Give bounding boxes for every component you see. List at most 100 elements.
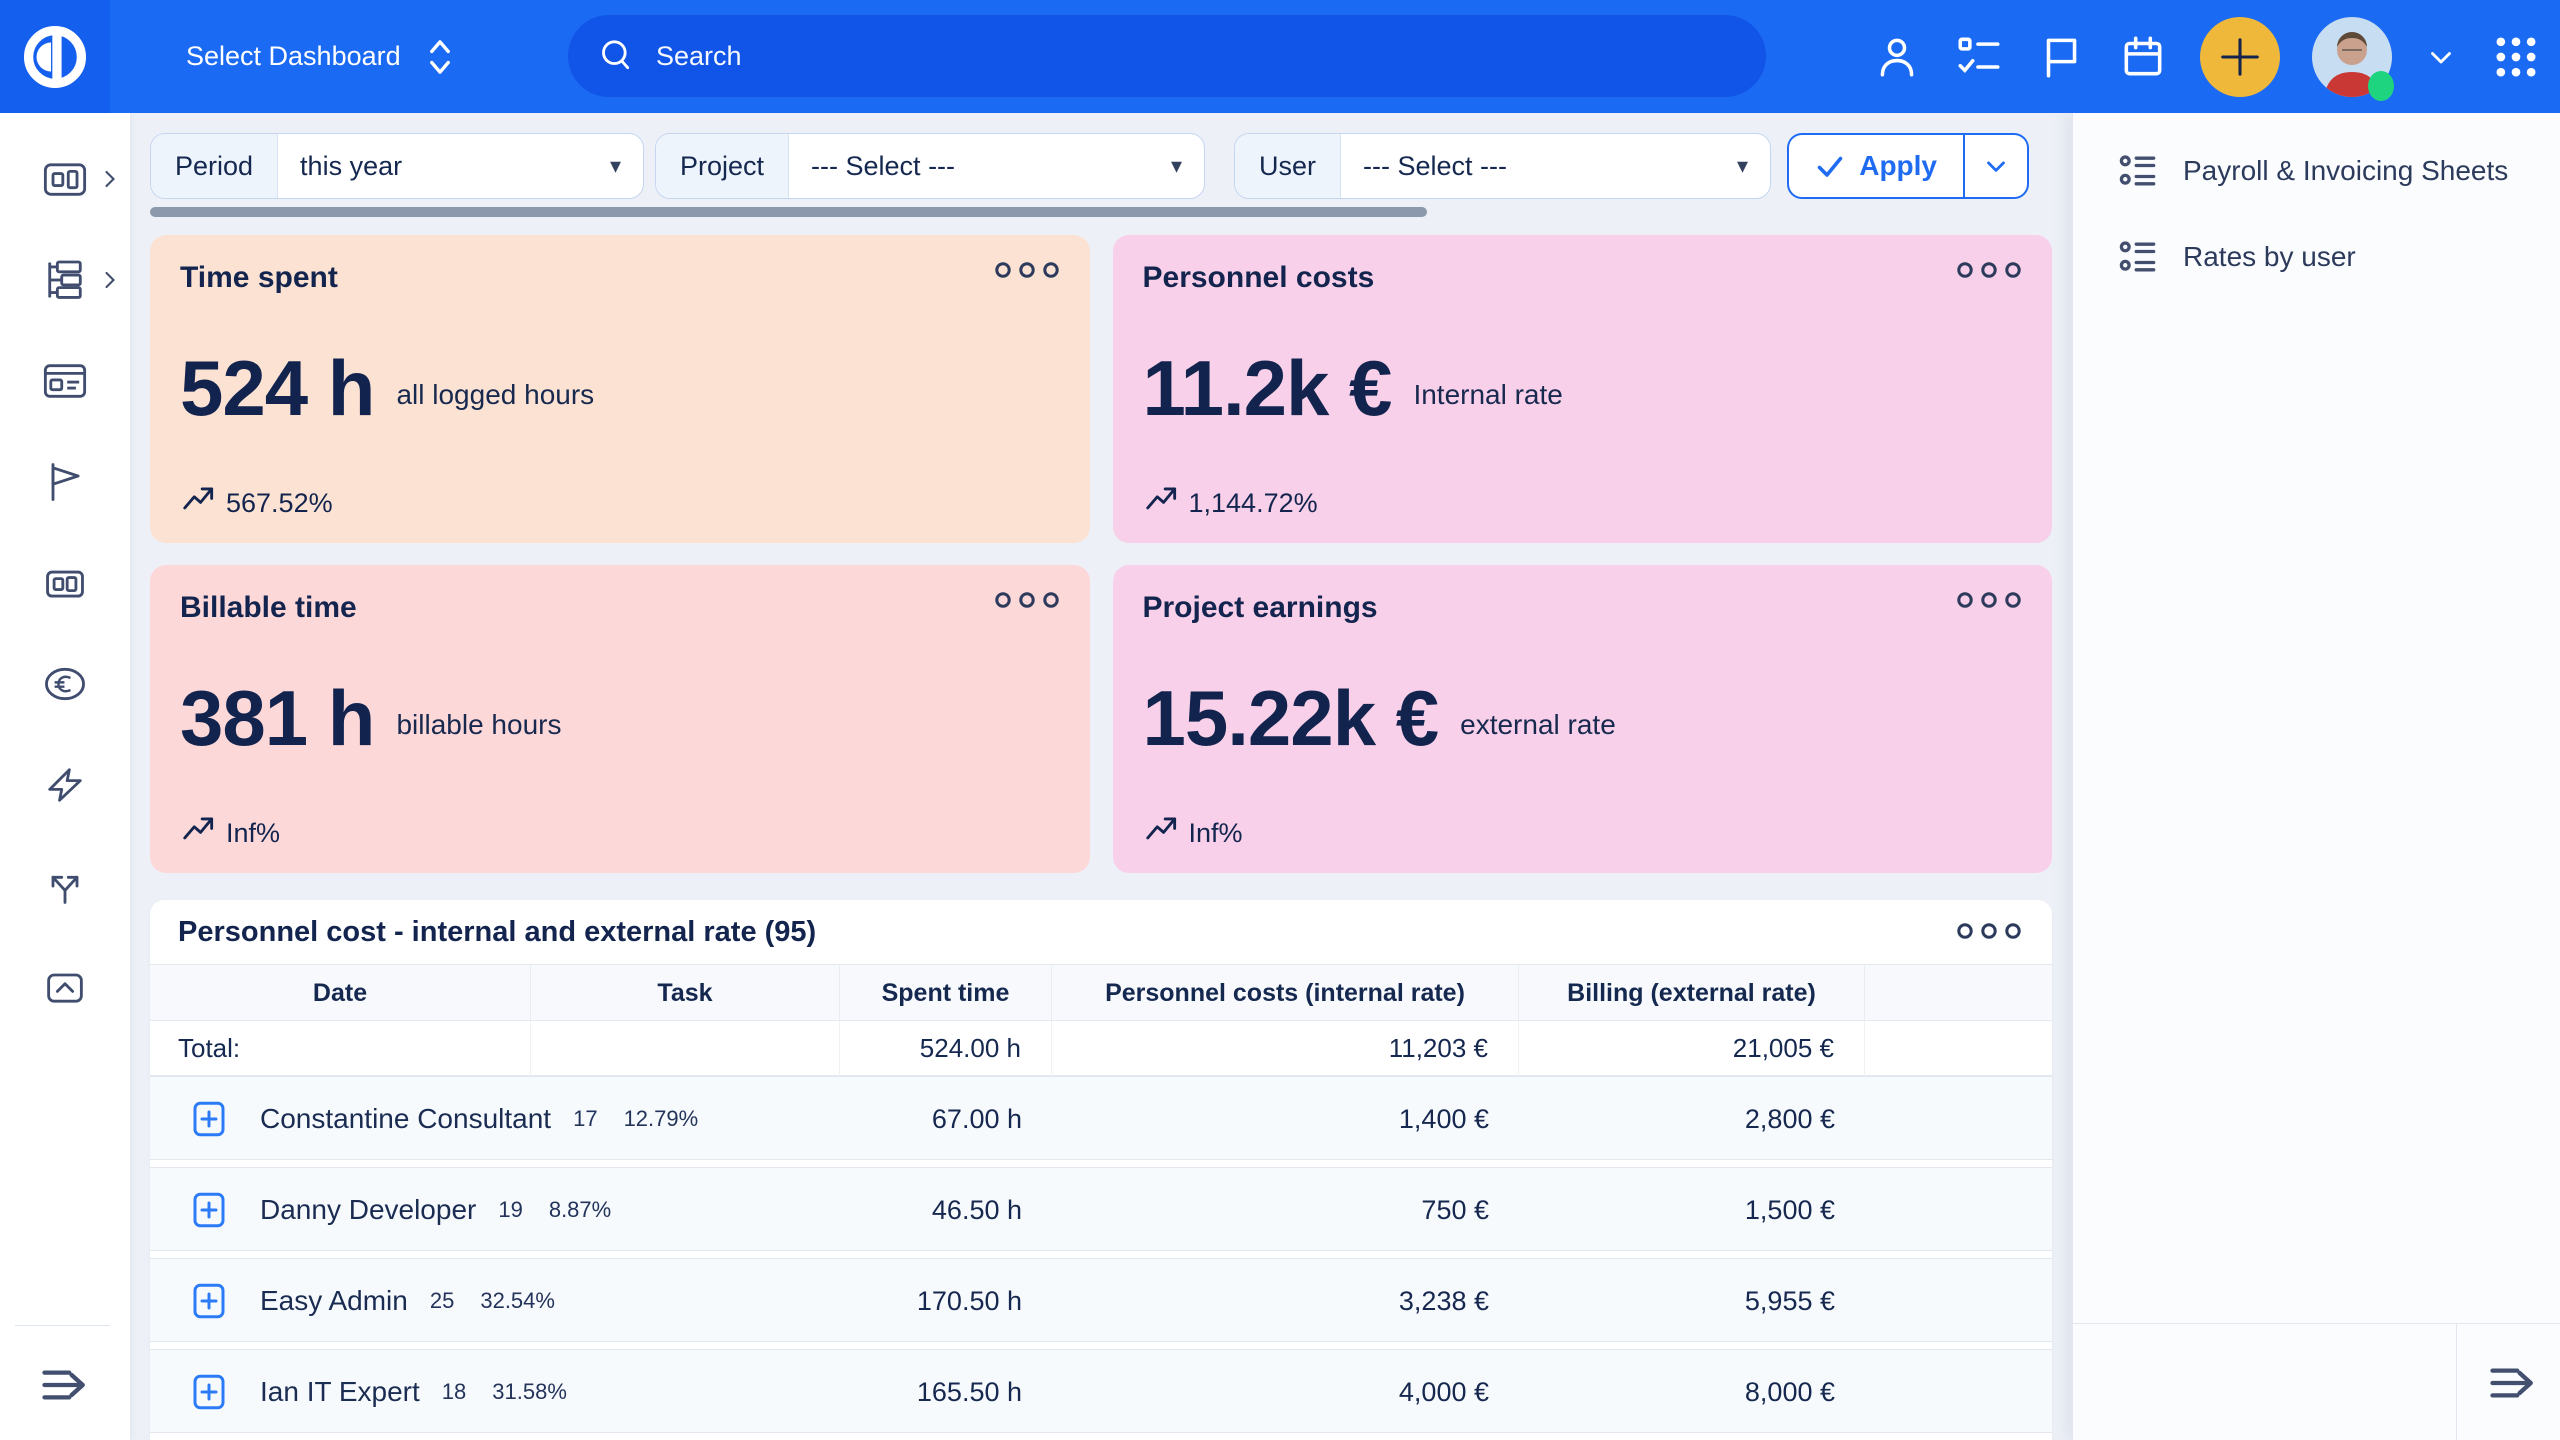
sidebar-item-export[interactable]	[41, 963, 89, 1011]
table-header-row: Date Task Spent time Personnel costs (in…	[150, 964, 2052, 1021]
kpi-caption: billable hours	[396, 695, 561, 741]
divider	[15, 1325, 110, 1326]
table-row: Constantine Consultant 17 12.79% 67.00 h…	[150, 1076, 2052, 1160]
kpi-trend: 567.52%	[180, 481, 1060, 519]
apply-options-button[interactable]	[1963, 135, 2027, 197]
kebab-menu-icon[interactable]	[988, 259, 1066, 284]
kpi-value: 11.2k €	[1143, 349, 1392, 427]
kpi-cards: Time spent 524 h all logged hours	[150, 235, 2052, 873]
column-header-internal-rate[interactable]: Personnel costs (internal rate)	[1052, 965, 1519, 1022]
trend-up-icon	[1143, 481, 1181, 519]
sidebar-item-automations[interactable]	[41, 761, 89, 809]
period-filter-value: this year	[300, 151, 402, 182]
user-avatar[interactable]	[2312, 17, 2392, 97]
filters-scrollbar[interactable]	[150, 207, 1427, 217]
user-icon-button[interactable]	[1872, 32, 1922, 82]
sidebar-item-browser-card[interactable]	[41, 357, 89, 405]
dropdown-caret-icon: ▾	[610, 153, 621, 179]
expand-row-button[interactable]	[188, 1189, 230, 1231]
plus-square-icon	[188, 1280, 230, 1322]
share-percent: 12.79%	[624, 1106, 699, 1132]
column-header-date[interactable]: Date	[150, 965, 531, 1022]
kebab-menu-icon[interactable]	[1950, 920, 2028, 945]
row-spent-time: 165.50 h	[840, 1350, 1052, 1434]
user-name[interactable]: Easy Admin	[260, 1285, 408, 1317]
kpi-trend: Inf%	[180, 811, 1060, 849]
right-panel-footer	[2073, 1323, 2560, 1440]
project-filter-value: --- Select ---	[811, 151, 955, 182]
kebab-menu-icon[interactable]	[988, 589, 1066, 614]
column-header-spent-time[interactable]: Spent time	[840, 965, 1052, 1022]
column-header-empty	[1865, 965, 2052, 1022]
topbar: Select Dashboard	[0, 0, 2560, 113]
table-row: Easy Admin 25 32.54% 170.50 h 3,238 € 5,…	[150, 1258, 2052, 1342]
logo-icon	[22, 24, 88, 90]
apps-grid-button[interactable]	[2490, 31, 2542, 83]
sidebar-item-integrations[interactable]	[41, 862, 89, 910]
tree-hierarchy-icon	[41, 256, 89, 304]
flag-icon	[2036, 32, 2086, 82]
user-name[interactable]: Danny Developer	[260, 1194, 476, 1226]
table-row: Danny Developer 19 8.87% 46.50 h 750 € 1…	[150, 1167, 2052, 1251]
tasks-checklist-icon-button[interactable]	[1954, 32, 2004, 82]
expand-arrow-icon	[36, 1358, 98, 1412]
project-filter[interactable]: Project --- Select --- ▾	[655, 133, 1205, 199]
share-percent: 31.58%	[492, 1379, 567, 1405]
topbar-actions	[1872, 0, 2542, 113]
link-payroll-invoicing-sheets[interactable]: Payroll & Invoicing Sheets	[2117, 149, 2560, 193]
user-name[interactable]: Constantine Consultant	[260, 1103, 551, 1135]
list-bullets-icon	[2117, 235, 2161, 279]
total-label: Total:	[150, 1021, 531, 1076]
total-internal: 11,203 €	[1052, 1021, 1519, 1076]
row-spent-time: 46.50 h	[840, 1168, 1052, 1252]
sidebar-item-widgets[interactable]	[41, 559, 89, 607]
kebab-menu-icon[interactable]	[1950, 259, 2028, 284]
expand-row-button[interactable]	[188, 1280, 230, 1322]
online-status-dot	[2368, 71, 2394, 101]
left-sidebar	[0, 113, 130, 1440]
link-rates-by-user[interactable]: Rates by user	[2117, 235, 2560, 279]
kpi-title: Project earnings	[1143, 591, 2023, 625]
period-filter[interactable]: Period this year ▾	[150, 133, 644, 199]
row-internal: 750 €	[1052, 1168, 1519, 1252]
personnel-cost-table: Personnel cost - internal and external r…	[150, 900, 2052, 1440]
quick-add-button[interactable]	[2200, 17, 2280, 97]
apps-grid-icon	[2490, 31, 2542, 83]
chevron-down-icon	[1981, 151, 2011, 181]
chevron-down-icon	[2424, 40, 2458, 74]
expand-row-button[interactable]	[188, 1098, 230, 1140]
sidebar-item-dashboards[interactable]	[41, 155, 89, 203]
user-filter[interactable]: User --- Select --- ▾	[1234, 133, 1771, 199]
flag-icon-button[interactable]	[2036, 32, 2086, 82]
calendar-icon	[2118, 32, 2168, 82]
kebab-menu-icon[interactable]	[1950, 589, 2028, 614]
column-header-task[interactable]: Task	[531, 965, 840, 1022]
app-window: Select Dashboard	[0, 0, 2560, 1440]
calendar-icon-button[interactable]	[2118, 32, 2168, 82]
expand-row-button[interactable]	[188, 1371, 230, 1413]
entry-count: 17	[573, 1106, 597, 1132]
search-icon	[596, 36, 636, 76]
search-input[interactable]	[654, 40, 1738, 73]
dashboard-selector[interactable]: Select Dashboard	[180, 34, 463, 80]
avatar-menu-chevron[interactable]	[2424, 40, 2458, 74]
search-bar[interactable]	[568, 15, 1766, 97]
sidebar-footer	[0, 1325, 130, 1440]
sidebar-expand-button[interactable]	[30, 1357, 92, 1411]
total-spent-time: 524.00 h	[840, 1021, 1052, 1076]
table-total-row: Total: 524.00 h 11,203 € 21,005 €	[150, 1021, 2052, 1076]
user-name[interactable]: Ian IT Expert	[260, 1376, 420, 1408]
plus-square-icon	[188, 1098, 230, 1140]
sidebar-item-hierarchy[interactable]	[41, 256, 89, 304]
column-header-external-rate[interactable]: Billing (external rate)	[1519, 965, 1865, 1022]
apply-split-button: Apply	[1787, 133, 2029, 199]
app-logo[interactable]	[0, 0, 110, 113]
entry-count: 25	[430, 1288, 454, 1314]
widgets-panel-icon	[41, 559, 89, 607]
sidebar-item-milestones[interactable]	[41, 458, 89, 506]
kpi-trend: 1,144.72%	[1143, 481, 2023, 519]
sidebar-item-finance[interactable]	[41, 660, 89, 708]
apply-button[interactable]: Apply	[1789, 135, 1963, 197]
panel-expand-button[interactable]	[2478, 1355, 2540, 1409]
kpi-trend-value: Inf%	[1189, 818, 1243, 849]
